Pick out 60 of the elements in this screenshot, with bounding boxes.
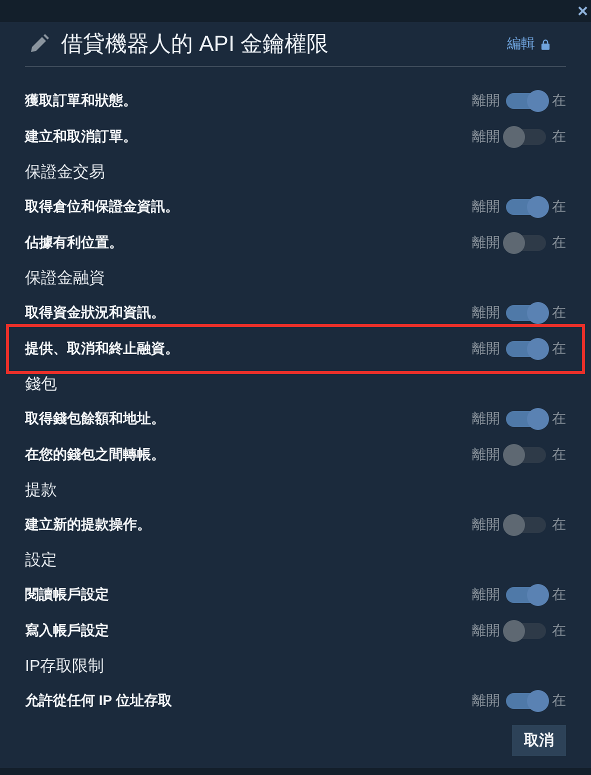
on-label: 在 [552, 234, 566, 252]
permission-label: 建立新的提款操作。 [25, 516, 152, 534]
on-label: 在 [552, 410, 566, 428]
section-heading: 設定 [25, 550, 58, 570]
on-label: 在 [552, 692, 566, 710]
permission-label: 取得錢包餘額和地址。 [25, 410, 166, 428]
permission-label: 閱讀帳戶設定 [25, 586, 110, 604]
toggle-switch[interactable] [506, 305, 546, 321]
on-label: 在 [552, 128, 566, 146]
toggle-switch[interactable] [506, 199, 546, 215]
off-label: 離開 [472, 586, 500, 604]
dialog-title: 借貸機器人的 API 金鑰權限 [61, 30, 330, 58]
toggle-switch[interactable] [506, 129, 546, 145]
on-label: 在 [552, 622, 566, 640]
edit-link[interactable]: 編輯 [507, 35, 535, 53]
pencil-icon [29, 34, 49, 54]
off-label: 離開 [472, 340, 500, 358]
toggle-switch[interactable] [506, 693, 546, 709]
section-heading: 保證金融資 [25, 268, 106, 288]
permission-label: 在您的錢包之間轉帳。 [25, 446, 166, 464]
on-label: 在 [552, 92, 566, 110]
toggle-switch[interactable] [506, 411, 546, 427]
off-label: 離開 [472, 234, 500, 252]
toggle-switch[interactable] [506, 235, 546, 251]
permission-label: 佔據有利位置。 [25, 234, 124, 252]
on-label: 在 [552, 198, 566, 216]
toggle-switch[interactable] [506, 587, 546, 603]
on-label: 在 [552, 516, 566, 534]
off-label: 離開 [472, 128, 500, 146]
permission-label: 取得資金狀況和資訊。 [25, 304, 166, 322]
off-label: 離開 [472, 198, 500, 216]
off-label: 離開 [472, 622, 500, 640]
permission-label: 允許從任何 IP 位址存取 [25, 692, 173, 710]
permission-label: 提供、取消和終止融資。 [25, 340, 180, 358]
permission-label: 取得倉位和保證金資訊。 [25, 198, 180, 216]
toggle-switch[interactable] [506, 93, 546, 109]
toggle-switch[interactable] [506, 341, 546, 357]
off-label: 離開 [472, 304, 500, 322]
on-label: 在 [552, 446, 566, 464]
off-label: 離開 [472, 446, 500, 464]
section-heading: 提款 [25, 480, 58, 500]
on-label: 在 [552, 340, 566, 358]
off-label: 離開 [472, 692, 500, 710]
off-label: 離開 [472, 516, 500, 534]
cancel-button[interactable]: 取消 [512, 725, 566, 756]
lock-icon [541, 38, 550, 50]
toggle-switch[interactable] [506, 517, 546, 533]
off-label: 離開 [472, 92, 500, 110]
toggle-switch[interactable] [506, 623, 546, 639]
off-label: 離開 [472, 410, 500, 428]
permission-label: 寫入帳戶設定 [25, 622, 110, 640]
permission-label: 建立和取消訂單。 [25, 128, 138, 146]
permission-label: 獲取訂單和狀態。 [25, 92, 138, 110]
on-label: 在 [552, 304, 566, 322]
toggle-switch[interactable] [506, 447, 546, 463]
on-label: 在 [552, 586, 566, 604]
close-button[interactable]: × [577, 2, 588, 20]
section-heading: 保證金交易 [25, 162, 106, 182]
section-heading: IP存取限制 [25, 656, 106, 676]
section-heading: 錢包 [25, 374, 58, 394]
